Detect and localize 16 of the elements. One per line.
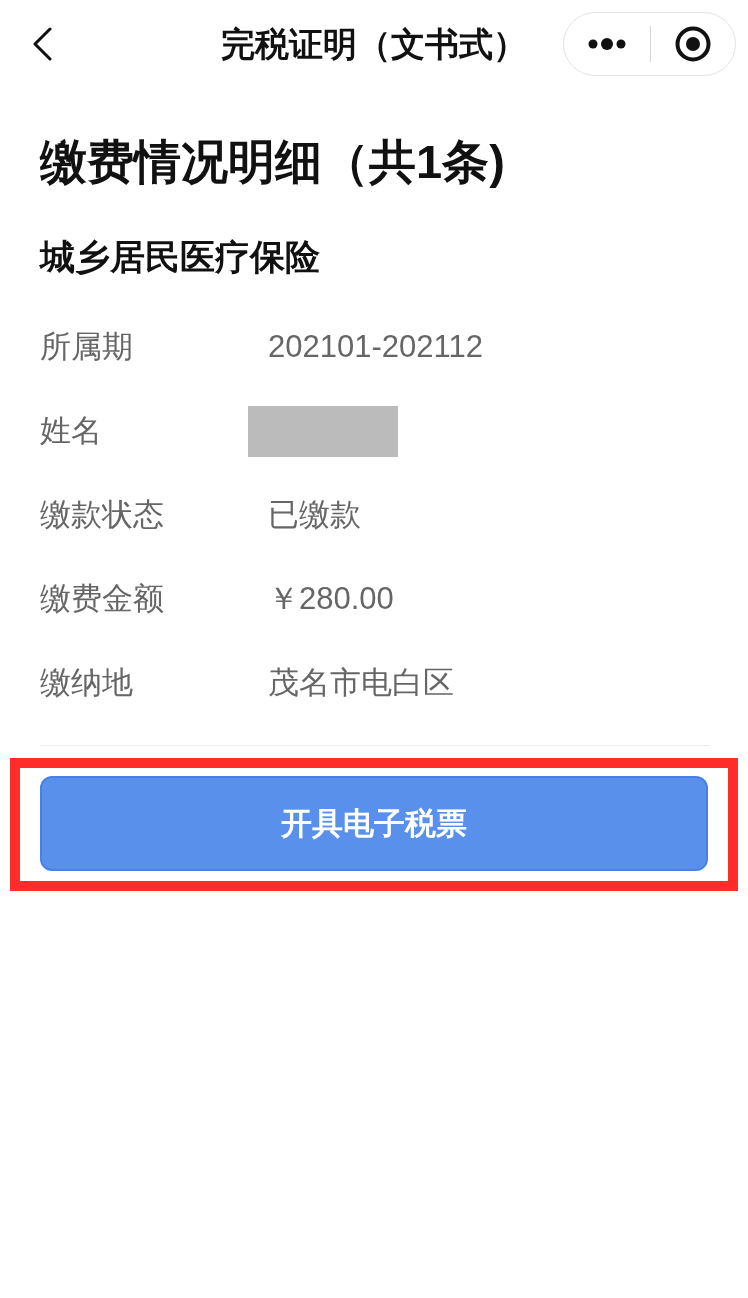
back-chevron-icon[interactable]	[32, 27, 52, 61]
field-label: 所属期	[40, 328, 134, 366]
issue-tax-receipt-button[interactable]: 开具电子税票	[40, 776, 708, 871]
field-label: 姓名	[40, 412, 103, 450]
insurance-title: 城乡居民医疗保险	[40, 239, 320, 275]
target-icon[interactable]	[675, 26, 711, 62]
field-label: 缴纳地	[40, 664, 134, 702]
field-value: ￥280.00	[268, 580, 394, 618]
field-value: 茂名市电白区	[268, 664, 454, 702]
field-label: 缴费金额	[40, 580, 165, 618]
field-value: 202101-202112	[268, 328, 483, 366]
page-title: 完税证明（文书式）	[221, 23, 527, 65]
more-icon[interactable]	[588, 38, 626, 50]
field-value: 已缴款	[268, 496, 361, 534]
section-heading: 缴费情况明细（共1条)	[40, 137, 505, 187]
field-label: 缴款状态	[40, 496, 165, 534]
